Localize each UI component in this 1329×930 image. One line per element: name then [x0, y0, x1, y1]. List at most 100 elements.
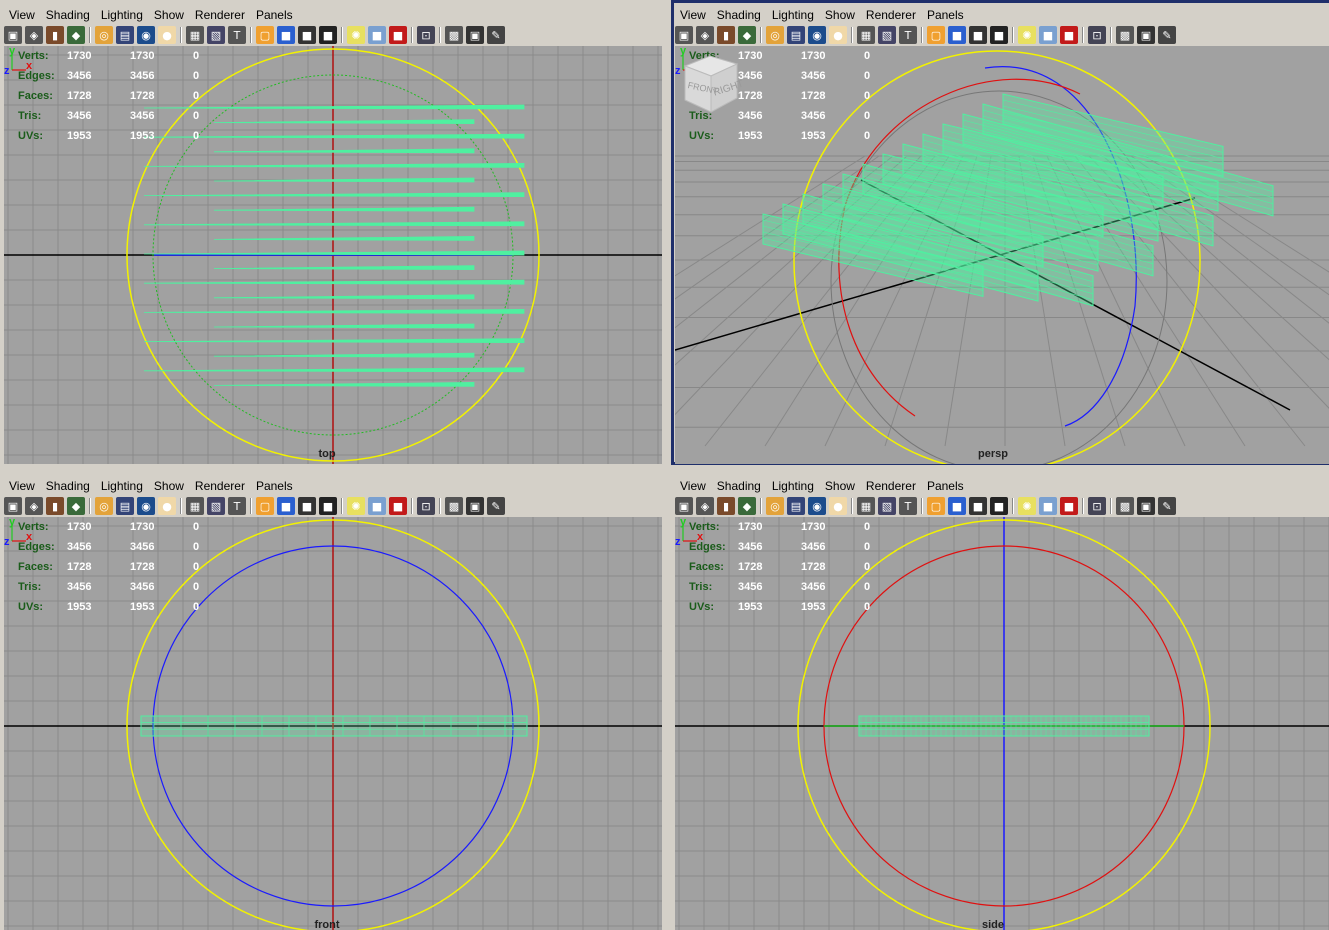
- menu-renderer[interactable]: Renderer: [195, 479, 245, 493]
- field-chart-icon[interactable]: ▦: [186, 26, 204, 44]
- grid-icon[interactable]: ◎: [95, 497, 113, 515]
- image-plane-icon[interactable]: ◆: [67, 26, 85, 44]
- wireframe-icon[interactable]: ▢: [927, 497, 945, 515]
- menu-show[interactable]: Show: [825, 8, 855, 22]
- isolate-icon[interactable]: ⊡: [417, 26, 435, 44]
- gate-mask-icon[interactable]: ●: [158, 26, 176, 44]
- smooth-shade-icon[interactable]: ■: [948, 497, 966, 515]
- hud-icon[interactable]: ▣: [1137, 26, 1155, 44]
- bounding-box-icon[interactable]: ■: [319, 26, 337, 44]
- lock-camera-icon[interactable]: ◈: [696, 26, 714, 44]
- flat-shade-icon[interactable]: ■: [298, 497, 316, 515]
- menu-panels[interactable]: Panels: [256, 479, 293, 493]
- menu-panels[interactable]: Panels: [256, 8, 293, 22]
- grid-icon[interactable]: ◎: [95, 26, 113, 44]
- safe-action-icon[interactable]: ▧: [878, 497, 896, 515]
- menu-show[interactable]: Show: [154, 479, 184, 493]
- flat-shade-icon[interactable]: ■: [969, 26, 987, 44]
- menu-renderer[interactable]: Renderer: [866, 479, 916, 493]
- menu-show[interactable]: Show: [154, 8, 184, 22]
- viewport-canvas-top[interactable]: Verts: 1730 1730 0 Edges: 3456 3456 0 Faces: 1728…: [4, 46, 662, 464]
- viewport-canvas-side[interactable]: Verts: 1730 1730 0 Edges: 3456 3456 0 Faces: 1728…: [675, 517, 1329, 930]
- hud-icon[interactable]: ▣: [466, 497, 484, 515]
- safe-title-icon[interactable]: T: [899, 497, 917, 515]
- menu-shading[interactable]: Shading: [46, 479, 90, 493]
- menu-view[interactable]: View: [680, 479, 706, 493]
- wireframe-icon[interactable]: ▢: [256, 26, 274, 44]
- viewport-panel-side[interactable]: View Shading Lighting Show Renderer Panels ▣ ◈ ▮…: [671, 471, 1329, 930]
- field-chart-icon[interactable]: ▦: [857, 497, 875, 515]
- hud-icon[interactable]: ▣: [466, 26, 484, 44]
- hud-icon[interactable]: ▣: [1137, 497, 1155, 515]
- safe-action-icon[interactable]: ▧: [878, 26, 896, 44]
- menu-lighting[interactable]: Lighting: [772, 479, 814, 493]
- gate-mask-icon[interactable]: ●: [158, 497, 176, 515]
- gate-mask-icon[interactable]: ●: [829, 497, 847, 515]
- flat-shade-icon[interactable]: ■: [298, 26, 316, 44]
- wireframe-icon[interactable]: ▢: [927, 26, 945, 44]
- menu-panels[interactable]: Panels: [927, 479, 964, 493]
- light-icon[interactable]: ✺: [347, 497, 365, 515]
- light-icon[interactable]: ✺: [1018, 26, 1036, 44]
- shadow-icon[interactable]: ■: [1060, 26, 1078, 44]
- wireframe-icon[interactable]: ▢: [256, 497, 274, 515]
- menu-renderer[interactable]: Renderer: [195, 8, 245, 22]
- isolate-icon[interactable]: ⊡: [1088, 26, 1106, 44]
- menu-shading[interactable]: Shading: [46, 8, 90, 22]
- light-icon[interactable]: ✺: [1018, 497, 1036, 515]
- viewport-panel-top[interactable]: View Shading Lighting Show Renderer Panels ▣ ◈ ▮…: [0, 0, 664, 465]
- isolate-icon[interactable]: ⊡: [1088, 497, 1106, 515]
- resolution-gate-icon[interactable]: ◉: [137, 26, 155, 44]
- film-gate-icon[interactable]: ▤: [116, 497, 134, 515]
- bookmark-icon[interactable]: ▮: [46, 497, 64, 515]
- bounding-box-icon[interactable]: ■: [990, 26, 1008, 44]
- resolution-gate-icon[interactable]: ◉: [808, 26, 826, 44]
- snapshot-icon[interactable]: ✎: [1158, 26, 1176, 44]
- viewport-panel-front[interactable]: View Shading Lighting Show Renderer Panels ▣ ◈ ▮…: [0, 471, 664, 930]
- select-camera-icon[interactable]: ▣: [675, 497, 693, 515]
- select-camera-icon[interactable]: ▣: [675, 26, 693, 44]
- safe-action-icon[interactable]: ▧: [207, 497, 225, 515]
- shadow-icon[interactable]: ■: [389, 497, 407, 515]
- safe-title-icon[interactable]: T: [228, 497, 246, 515]
- flat-shade-icon[interactable]: ■: [969, 497, 987, 515]
- camera-attr-icon[interactable]: ▩: [445, 26, 463, 44]
- grid-icon[interactable]: ◎: [766, 497, 784, 515]
- select-camera-icon[interactable]: ▣: [4, 497, 22, 515]
- xray-icon[interactable]: ■: [1039, 26, 1057, 44]
- menu-shading[interactable]: Shading: [717, 8, 761, 22]
- image-plane-icon[interactable]: ◆: [738, 497, 756, 515]
- film-gate-icon[interactable]: ▤: [787, 26, 805, 44]
- shadow-icon[interactable]: ■: [389, 26, 407, 44]
- smooth-shade-icon[interactable]: ■: [277, 26, 295, 44]
- bookmark-icon[interactable]: ▮: [717, 497, 735, 515]
- snapshot-icon[interactable]: ✎: [1158, 497, 1176, 515]
- light-icon[interactable]: ✺: [347, 26, 365, 44]
- viewport-panel-persp[interactable]: View Shading Lighting Show Renderer Panels ▣ ◈ ▮…: [671, 0, 1329, 465]
- select-camera-icon[interactable]: ▣: [4, 26, 22, 44]
- bounding-box-icon[interactable]: ■: [990, 497, 1008, 515]
- menu-shading[interactable]: Shading: [717, 479, 761, 493]
- resolution-gate-icon[interactable]: ◉: [137, 497, 155, 515]
- menu-view[interactable]: View: [9, 479, 35, 493]
- image-plane-icon[interactable]: ◆: [738, 26, 756, 44]
- smooth-shade-icon[interactable]: ■: [948, 26, 966, 44]
- camera-attr-icon[interactable]: ▩: [445, 497, 463, 515]
- camera-attr-icon[interactable]: ▩: [1116, 26, 1134, 44]
- film-gate-icon[interactable]: ▤: [787, 497, 805, 515]
- xray-icon[interactable]: ■: [1039, 497, 1057, 515]
- gate-mask-icon[interactable]: ●: [829, 26, 847, 44]
- lock-camera-icon[interactable]: ◈: [696, 497, 714, 515]
- camera-attr-icon[interactable]: ▩: [1116, 497, 1134, 515]
- grid-icon[interactable]: ◎: [766, 26, 784, 44]
- bounding-box-icon[interactable]: ■: [319, 497, 337, 515]
- bookmark-icon[interactable]: ▮: [717, 26, 735, 44]
- lock-camera-icon[interactable]: ◈: [25, 497, 43, 515]
- menu-view[interactable]: View: [9, 8, 35, 22]
- menu-lighting[interactable]: Lighting: [101, 8, 143, 22]
- snapshot-icon[interactable]: ✎: [487, 497, 505, 515]
- safe-title-icon[interactable]: T: [228, 26, 246, 44]
- menu-lighting[interactable]: Lighting: [101, 479, 143, 493]
- lock-camera-icon[interactable]: ◈: [25, 26, 43, 44]
- viewport-canvas-front[interactable]: Verts: 1730 1730 0 Edges: 3456 3456 0 Faces: 1728…: [4, 517, 662, 930]
